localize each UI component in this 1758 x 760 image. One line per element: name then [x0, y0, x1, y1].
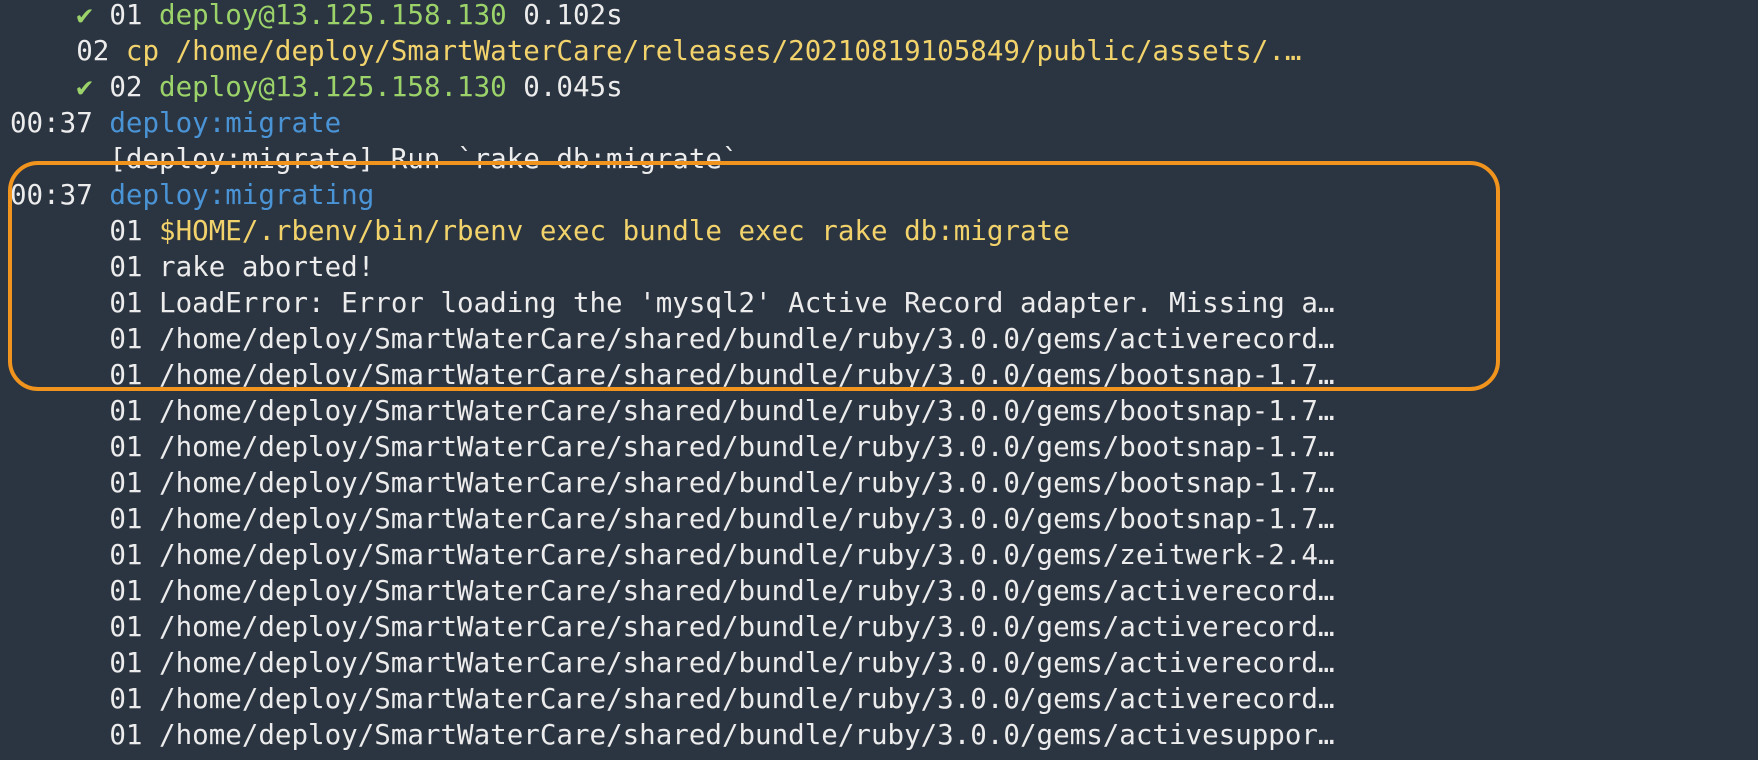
- step-number: 01: [109, 395, 143, 427]
- output-text: /home/deploy/SmartWaterCare/shared/bundl…: [159, 683, 1335, 715]
- output-text: /home/deploy/SmartWaterCare/shared/bundl…: [159, 431, 1335, 463]
- step-number: 01: [109, 647, 143, 679]
- output-text: /home/deploy/SmartWaterCare/shared/bundl…: [159, 647, 1335, 679]
- command-text: cp /home/deploy/SmartWaterCare/releases/…: [125, 35, 1302, 67]
- step-number: 01: [109, 503, 143, 535]
- output-text: /home/deploy/SmartWaterCare/shared/bundl…: [159, 503, 1335, 535]
- success-check-icon: ✔: [76, 71, 110, 103]
- output-text: /home/deploy/SmartWaterCare/shared/bundl…: [159, 575, 1335, 607]
- output-text: /home/deploy/SmartWaterCare/shared/bundl…: [159, 539, 1335, 571]
- terminal-line: ✔ 01 deploy@13.125.158.130 0.102s: [10, 0, 623, 33]
- step-number: 01: [109, 539, 143, 571]
- step-number: 01: [109, 611, 143, 643]
- terminal-line: 02 cp /home/deploy/SmartWaterCare/releas…: [10, 33, 1301, 69]
- step-number: 01: [109, 575, 143, 607]
- timestamp: 00:37: [10, 107, 93, 139]
- terminal-line: ✔ 02 deploy@13.125.158.130 0.045s: [10, 69, 623, 105]
- terminal-line: 01 /home/deploy/SmartWaterCare/shared/bu…: [10, 573, 1335, 609]
- output-text: /home/deploy/SmartWaterCare/shared/bundl…: [159, 611, 1335, 643]
- duration: 0.102s: [523, 0, 623, 31]
- step-number: 01: [109, 431, 143, 463]
- terminal-line: 01 /home/deploy/SmartWaterCare/shared/bu…: [10, 717, 1335, 753]
- terminal-line: 01 /home/deploy/SmartWaterCare/shared/bu…: [10, 393, 1335, 429]
- step-number: 01: [109, 467, 143, 499]
- output-text: /home/deploy/SmartWaterCare/shared/bundl…: [159, 395, 1335, 427]
- step-number: 01: [109, 719, 143, 751]
- terminal-line: 01 /home/deploy/SmartWaterCare/shared/bu…: [10, 537, 1335, 573]
- terminal-line: 00:37 deploy:migrate: [10, 105, 341, 141]
- terminal-line: 01 /home/deploy/SmartWaterCare/shared/bu…: [10, 501, 1335, 537]
- terminal-line: 01 /home/deploy/SmartWaterCare/shared/bu…: [10, 609, 1335, 645]
- highlight-annotation-box: [8, 161, 1500, 391]
- step-number: 01: [109, 683, 143, 715]
- duration: 0.045s: [523, 71, 623, 103]
- step-number: 02: [76, 35, 110, 67]
- terminal-window[interactable]: ✔ 01 deploy@13.125.158.130 0.102s 02 cp …: [0, 0, 1758, 760]
- terminal-line: 01 /home/deploy/SmartWaterCare/shared/bu…: [10, 645, 1335, 681]
- output-text: /home/deploy/SmartWaterCare/shared/bundl…: [159, 467, 1335, 499]
- step-number: 02: [109, 71, 143, 103]
- terminal-line: 01 /home/deploy/SmartWaterCare/shared/bu…: [10, 465, 1335, 501]
- terminal-line: 01 /home/deploy/SmartWaterCare/shared/bu…: [10, 681, 1335, 717]
- terminal-line: 01 /home/deploy/SmartWaterCare/shared/bu…: [10, 429, 1335, 465]
- task-name: deploy:migrate: [109, 107, 342, 139]
- step-number: 01: [109, 0, 143, 31]
- host-name: deploy@13.125.158.130: [159, 0, 507, 31]
- host-name: deploy@13.125.158.130: [159, 71, 507, 103]
- success-check-icon: ✔: [76, 0, 110, 31]
- output-text: /home/deploy/SmartWaterCare/shared/bundl…: [159, 719, 1335, 751]
